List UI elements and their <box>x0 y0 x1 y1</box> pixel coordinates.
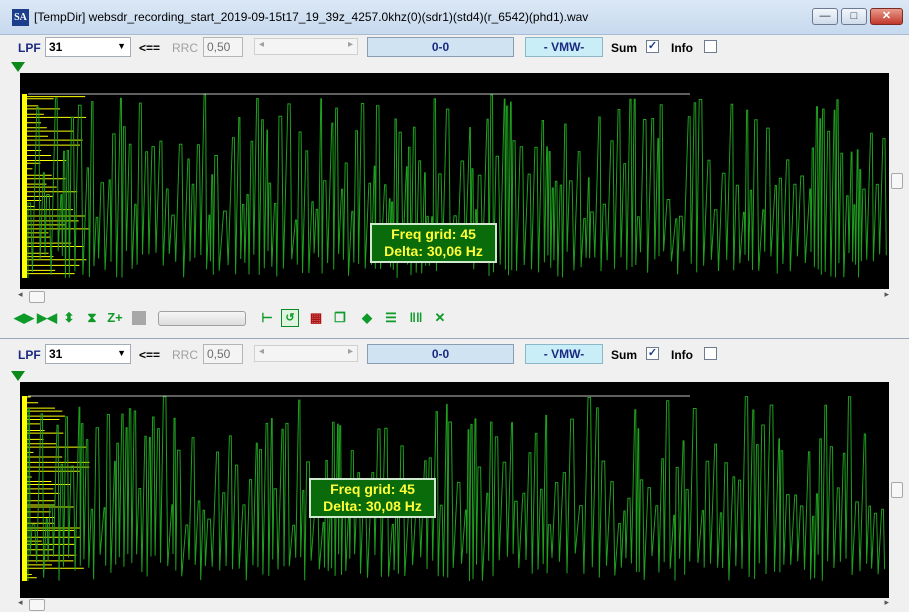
scroll-right-icon[interactable]: ▸ <box>348 346 353 357</box>
scroll-right-icon[interactable]: ▸ <box>348 39 353 50</box>
icon-toolbar: ◀▶ ▶◀ ⬍ ⧗ Z+ ⊢ ↺ ▦ ❐ ◆ ☰ ‖‖ ✕ <box>0 306 909 330</box>
vertical-scroll-thumb[interactable] <box>891 482 903 498</box>
baseline-bar <box>22 94 27 278</box>
horizontal-scroll-thumb[interactable] <box>29 599 45 611</box>
freq-grid-text: Freq grid: 45 <box>391 226 476 242</box>
cross-arrows-icon[interactable]: ✕ <box>431 309 449 327</box>
expand-horizontal-icon[interactable]: ◀▶ <box>14 309 34 327</box>
scroll-left-icon[interactable]: ◂ <box>259 346 264 357</box>
sum-label: Sum <box>611 41 638 55</box>
range-display: 0-0 <box>367 344 514 364</box>
minimize-button[interactable]: — <box>812 8 838 25</box>
waveform-plot-2[interactable]: Freq grid: 45 Delta: 30,08 Hz <box>20 382 889 598</box>
horizontal-scrollbar-2[interactable]: ◂ ▸ <box>18 597 889 612</box>
info-label: Info <box>671 348 693 362</box>
shrink-horizontal-icon[interactable]: ▶◀ <box>37 309 57 327</box>
sum-checkbox[interactable]: ✓ <box>646 347 659 360</box>
vertical-scroll-thumb[interactable] <box>891 173 903 189</box>
range-display: 0-0 <box>367 37 514 57</box>
waveform-svg-2 <box>22 395 886 582</box>
scroll-right-icon[interactable]: ▸ <box>884 289 889 300</box>
vertical-scrollbar-2[interactable] <box>889 382 906 598</box>
rrc-slider[interactable]: ◂ ▸ <box>254 345 358 362</box>
apply-arrow-label[interactable]: <== <box>139 41 160 55</box>
expand-vertical-icon[interactable]: ⬍ <box>60 309 78 327</box>
app-logo-icon: SA <box>12 9 29 26</box>
vertical-scrollbar-1[interactable] <box>889 73 906 289</box>
freq-annotation-1: Freq grid: 45 Delta: 30,06 Hz <box>370 223 497 263</box>
rrc-slider[interactable]: ◂ ▸ <box>254 38 358 55</box>
rrc-input[interactable]: 0,50 <box>203 344 243 364</box>
delta-text: Delta: 30,06 Hz <box>384 243 483 259</box>
bars-icon[interactable]: ‖‖ <box>407 309 425 327</box>
lpf-select[interactable]: 31 ▼ <box>45 344 131 364</box>
rrc-input[interactable]: 0,50 <box>203 37 243 57</box>
position-marker-icon[interactable] <box>11 371 25 381</box>
scroll-left-icon[interactable]: ◂ <box>259 39 264 50</box>
info-checkbox[interactable] <box>704 347 717 360</box>
baseline-icon[interactable]: ⊢ <box>258 309 276 327</box>
rrc-label: RRC <box>172 348 198 362</box>
panel1-toolbar: LPF 31 ▼ <== RRC 0,50 ◂ ▸ 0-0 - VMW- Sum … <box>0 35 909 61</box>
panel2-toolbar: LPF 31 ▼ <== RRC 0,50 ◂ ▸ 0-0 - VMW- Sum … <box>0 342 909 368</box>
horizontal-scrollbar-1[interactable]: ◂ ▸ <box>18 289 889 304</box>
sum-label: Sum <box>611 348 638 362</box>
scroll-left-icon[interactable]: ◂ <box>18 597 23 608</box>
grid-icon[interactable]: ☰ <box>382 309 400 327</box>
lpf-label: LPF <box>18 41 41 55</box>
panel-divider[interactable] <box>0 338 909 339</box>
copy-image-icon[interactable]: ▦ <box>307 309 325 327</box>
shrink-vertical-icon[interactable]: ⧗ <box>83 309 101 327</box>
vmw-button[interactable]: - VMW- <box>525 344 603 364</box>
lpf-value: 31 <box>49 40 63 54</box>
scroll-left-icon[interactable]: ◂ <box>18 289 23 300</box>
rrc-label: RRC <box>172 41 198 55</box>
freq-annotation-2: Freq grid: 45 Delta: 30,08 Hz <box>309 478 436 518</box>
copy-data-icon[interactable]: ❐ <box>331 309 349 327</box>
vmw-button[interactable]: - VMW- <box>525 37 603 57</box>
position-marker-icon[interactable] <box>11 62 25 72</box>
apply-arrow-label[interactable]: <== <box>139 348 160 362</box>
horizontal-scroll-thumb[interactable] <box>29 291 45 303</box>
signal-trace <box>27 396 886 582</box>
scroll-right-icon[interactable]: ▸ <box>884 597 889 608</box>
diamond-icon[interactable]: ◆ <box>358 309 376 327</box>
chevron-down-icon: ▼ <box>117 348 126 358</box>
stop-square-icon[interactable] <box>130 309 148 327</box>
progress-bar <box>158 311 246 326</box>
baseline-bar <box>22 396 27 581</box>
maximize-button[interactable]: □ <box>841 8 867 25</box>
freq-grid-text: Freq grid: 45 <box>330 481 415 497</box>
window-title: [TempDir] websdr_recording_start_2019-09… <box>34 10 589 24</box>
lpf-value: 31 <box>49 347 63 361</box>
lpf-select[interactable]: 31 ▼ <box>45 37 131 57</box>
sum-checkbox[interactable]: ✓ <box>646 40 659 53</box>
lpf-label: LPF <box>18 348 41 362</box>
zoom-plus-icon[interactable]: Z+ <box>106 309 124 327</box>
info-checkbox[interactable] <box>704 40 717 53</box>
title-bar: SA [TempDir] websdr_recording_start_2019… <box>0 0 909 35</box>
chevron-down-icon: ▼ <box>117 41 126 51</box>
close-button[interactable]: ✕ <box>870 8 903 25</box>
undo-icon[interactable]: ↺ <box>281 309 299 327</box>
waveform-plot-1[interactable]: Freq grid: 45 Delta: 30,06 Hz <box>20 73 889 289</box>
info-label: Info <box>671 41 693 55</box>
delta-text: Delta: 30,08 Hz <box>323 498 422 514</box>
